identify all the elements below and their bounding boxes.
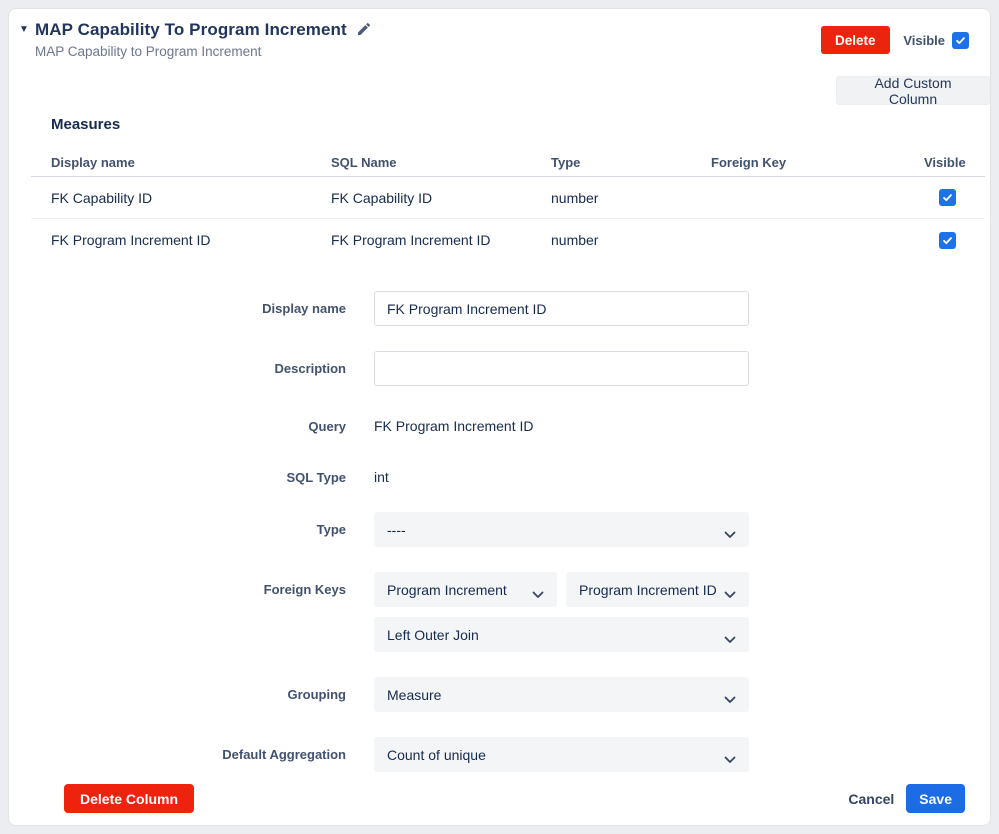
- row-type: number: [551, 232, 599, 248]
- query-label: Query: [308, 418, 346, 434]
- form-row-display-name: Display name: [9, 291, 992, 326]
- sql-type-label: SQL Type: [286, 469, 346, 485]
- foreign-keys-label: Foreign Keys: [263, 582, 346, 597]
- form-row-sql-type: SQL Type int: [9, 460, 992, 494]
- grouping-select[interactable]: Measure: [374, 677, 749, 712]
- page-subtitle: MAP Capability to Program Increment: [35, 44, 262, 59]
- query-value: FK Program Increment ID: [374, 418, 534, 434]
- default-aggregation-value: Count of unique: [387, 746, 486, 763]
- page-title-text: MAP Capability To Program Increment: [35, 20, 347, 39]
- save-button[interactable]: Save: [906, 784, 965, 813]
- chevron-down-icon: [724, 526, 736, 542]
- row-visible-checkbox[interactable]: [939, 189, 956, 207]
- visible-label: Visible: [903, 33, 945, 48]
- measures-table-header: Display name SQL Name Type Foreign Key V…: [31, 148, 985, 177]
- form-row-query: Query FK Program Increment ID: [9, 409, 992, 443]
- type-select[interactable]: ----: [374, 512, 749, 547]
- visible-checkbox[interactable]: [952, 32, 969, 49]
- chevron-down-icon: [724, 751, 736, 767]
- chevron-down-icon: [724, 586, 736, 602]
- config-panel: ▼ MAP Capability To Program Increment MA…: [8, 8, 991, 826]
- description-input[interactable]: [374, 351, 749, 386]
- row-display-name: FK Program Increment ID: [51, 232, 211, 248]
- table-row[interactable]: FK Capability ID FK Capability ID number: [31, 177, 985, 219]
- page-title: MAP Capability To Program Increment: [35, 20, 372, 42]
- chevron-down-icon: [724, 631, 736, 647]
- type-label: Type: [316, 522, 346, 537]
- table-row[interactable]: FK Program Increment ID FK Program Incre…: [31, 219, 985, 261]
- form-row-description: Description: [9, 351, 992, 386]
- foreign-key-column-select[interactable]: Program Increment ID: [566, 572, 749, 607]
- col-header-type: Type: [551, 154, 581, 170]
- form-row-grouping: Grouping Measure: [9, 677, 992, 712]
- chevron-down-icon: [724, 691, 736, 707]
- join-type-select[interactable]: Left Outer Join: [374, 617, 749, 652]
- form-row-foreign-keys: Foreign Keys Program Increment Program I…: [9, 572, 992, 607]
- row-display-name: FK Capability ID: [51, 189, 153, 206]
- col-header-visible: Visible: [924, 154, 966, 170]
- default-aggregation-label: Default Aggregation: [222, 747, 346, 762]
- collapse-triangle-icon[interactable]: ▼: [19, 24, 29, 35]
- grouping-value: Measure: [387, 686, 442, 703]
- row-sql-name: FK Program Increment ID: [331, 232, 491, 248]
- measures-heading: Measures: [51, 116, 121, 133]
- form-row-default-aggregation: Default Aggregation Count of unique: [9, 737, 992, 772]
- cancel-button[interactable]: Cancel: [848, 791, 894, 807]
- col-header-display-name: Display name: [51, 154, 135, 170]
- form-row-join-type: Left Outer Join: [9, 617, 992, 652]
- chevron-down-icon: [532, 586, 544, 602]
- foreign-key-table-value: Program Increment: [387, 581, 507, 598]
- display-name-input[interactable]: [374, 291, 749, 326]
- foreign-key-column-value: Program Increment ID: [579, 581, 717, 598]
- visible-toggle-group: Visible: [903, 32, 969, 49]
- delete-column-button[interactable]: Delete Column: [64, 784, 195, 813]
- sql-type-value: int: [374, 469, 389, 485]
- col-header-foreign-key: Foreign Key: [711, 154, 787, 170]
- default-aggregation-select[interactable]: Count of unique: [374, 737, 749, 772]
- grouping-label: Grouping: [287, 687, 347, 702]
- join-type-value: Left Outer Join: [387, 626, 479, 643]
- edit-pencil-icon[interactable]: [356, 21, 372, 42]
- display-name-label: Display name: [262, 301, 346, 316]
- measures-table: Display name SQL Name Type Foreign Key V…: [31, 148, 985, 261]
- foreign-key-table-select[interactable]: Program Increment: [374, 572, 557, 607]
- form-row-type: Type ----: [9, 512, 992, 547]
- description-label: Description: [274, 361, 346, 376]
- type-select-value: ----: [387, 521, 406, 538]
- delete-button[interactable]: Delete: [821, 26, 890, 54]
- row-visible-checkbox[interactable]: [939, 231, 956, 249]
- footer-actions: Cancel Save: [848, 784, 965, 813]
- row-type: number: [551, 189, 599, 206]
- col-header-sql-name: SQL Name: [331, 154, 397, 170]
- row-sql-name: FK Capability ID: [331, 189, 433, 206]
- add-custom-column-button[interactable]: Add Custom Column: [836, 75, 990, 107]
